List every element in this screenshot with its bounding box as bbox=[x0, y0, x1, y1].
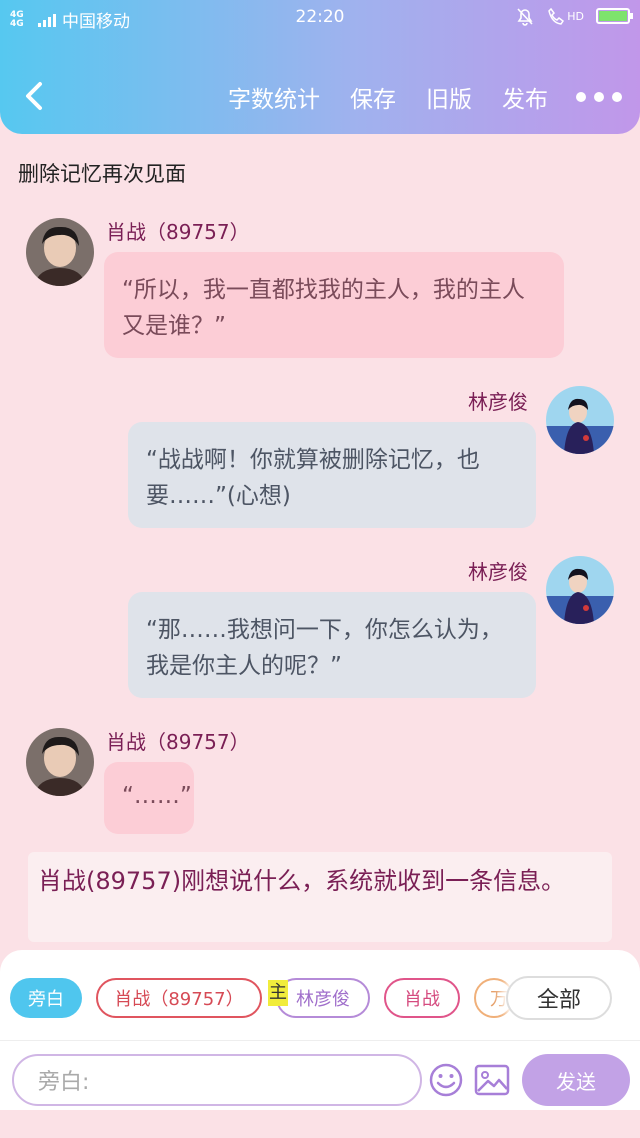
speaker-name: 肖战（89757） bbox=[106, 730, 250, 754]
hd-call-icon: HD bbox=[547, 7, 584, 25]
speaker-name: 林彦俊 bbox=[468, 560, 528, 584]
bottom-strip bbox=[0, 1110, 640, 1138]
save-button[interactable]: 保存 bbox=[350, 80, 396, 114]
avatar-xiaozhan[interactable] bbox=[26, 728, 94, 796]
message-bubble[interactable]: “那……我想问一下，你怎么认为，我是你主人的呢？” bbox=[128, 592, 536, 698]
app-header: 4G 4G 中国移动 22:20 HD 字数统计 保存 旧版 发布 bbox=[0, 0, 640, 134]
hd-label: HD bbox=[567, 9, 584, 23]
message-bubble[interactable]: “……” bbox=[104, 762, 194, 834]
role-chip-xiaozhan[interactable]: 肖战 bbox=[384, 978, 460, 1018]
message-input[interactable]: 旁白: bbox=[12, 1054, 422, 1106]
publish-button[interactable]: 发布 bbox=[502, 80, 548, 114]
emoji-icon[interactable] bbox=[428, 1062, 464, 1098]
status-bar: 4G 4G 中国移动 22:20 HD bbox=[0, 0, 640, 34]
avatar-linyanjun[interactable] bbox=[546, 556, 614, 624]
send-button[interactable]: 发送 bbox=[522, 1054, 630, 1106]
mute-bell-icon bbox=[517, 8, 533, 26]
word-count-button[interactable]: 字数统计 bbox=[228, 80, 320, 114]
narration-block[interactable]: 肖战(89757)刚想说什么，系统就收到一条信息。 bbox=[28, 852, 612, 942]
old-version-button[interactable]: 旧版 bbox=[426, 80, 472, 114]
battery-icon bbox=[596, 8, 633, 24]
speaker-name: 林彦俊 bbox=[468, 390, 528, 414]
nav-bar: 字数统计 保存 旧版 发布 bbox=[0, 70, 640, 126]
speaker-name: 肖战（89757） bbox=[106, 220, 250, 244]
story-title: 删除记忆再次见面 bbox=[18, 162, 186, 186]
panel-divider bbox=[0, 1040, 640, 1041]
message-bubble[interactable]: “所以，我一直都找我的主人，我的主人又是谁？” bbox=[104, 252, 564, 358]
avatar-linyanjun[interactable] bbox=[546, 386, 614, 454]
input-placeholder: 旁白: bbox=[38, 1070, 90, 1095]
role-chip-narrator[interactable]: 旁白 bbox=[10, 978, 82, 1018]
highlight-mark: 主 bbox=[268, 980, 288, 1006]
role-chip-lin[interactable]: 林彦俊 bbox=[276, 978, 370, 1018]
image-icon[interactable] bbox=[474, 1064, 510, 1096]
all-roles-button[interactable]: 全部 bbox=[506, 976, 612, 1020]
role-chip-xiaozhan-89757[interactable]: 肖战（89757） bbox=[96, 978, 262, 1018]
avatar-xiaozhan[interactable] bbox=[26, 218, 94, 286]
message-bubble[interactable]: “战战啊！你就算被删除记忆，也要……”(心想) bbox=[128, 422, 536, 528]
more-options-icon[interactable] bbox=[576, 92, 622, 102]
back-arrow-icon[interactable] bbox=[18, 78, 54, 114]
